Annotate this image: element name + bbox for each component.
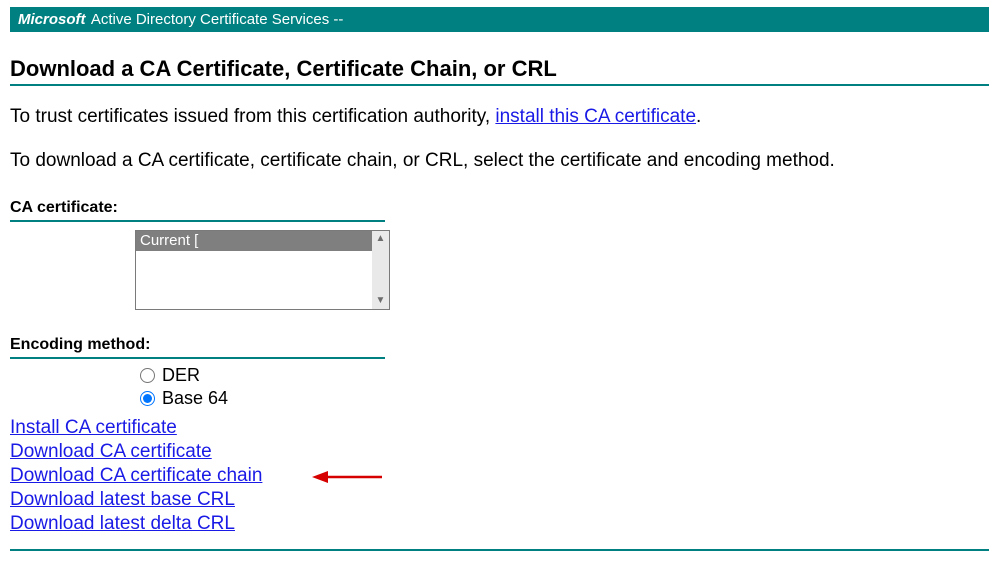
ca-certificate-listbox[interactable]: Current [ ] ▲ ▼ xyxy=(135,230,390,310)
ca-selected-left: Current [ xyxy=(140,231,198,251)
radio-der[interactable] xyxy=(140,368,155,383)
ca-selected-item[interactable]: Current [ ] xyxy=(136,231,389,251)
action-link-list: Install CA certificate Download CA certi… xyxy=(10,417,989,537)
download-ca-link[interactable]: Download CA certificate xyxy=(10,441,212,463)
install-ca-inline-link[interactable]: install this CA certificate xyxy=(495,106,696,127)
scroll-down-icon[interactable]: ▼ xyxy=(372,293,389,309)
trust-text-suffix: . xyxy=(696,106,701,127)
listbox-scrollbar[interactable]: ▲ ▼ xyxy=(372,231,389,309)
encoding-radio-group: DER Base 64 xyxy=(140,365,989,409)
ca-label-divider xyxy=(10,220,385,222)
trust-text-prefix: To trust certificates issued from this c… xyxy=(10,106,495,127)
radio-base64-label: Base 64 xyxy=(162,388,228,409)
scroll-up-icon[interactable]: ▲ xyxy=(372,231,389,247)
trust-instruction: To trust certificates issued from this c… xyxy=(10,104,989,130)
encoding-label-divider xyxy=(10,357,385,359)
download-base-crl-link[interactable]: Download latest base CRL xyxy=(10,489,235,511)
install-ca-link[interactable]: Install CA certificate xyxy=(10,417,177,439)
radio-der-label: DER xyxy=(162,365,200,386)
page-title: Download a CA Certificate, Certificate C… xyxy=(10,56,989,82)
ca-certificate-label: CA certificate: xyxy=(10,199,989,217)
service-text: Active Directory Certificate Services -- xyxy=(88,11,344,28)
encoding-option-der[interactable]: DER xyxy=(140,365,989,386)
encoding-option-base64[interactable]: Base 64 xyxy=(140,388,989,409)
download-ca-chain-link[interactable]: Download CA certificate chain xyxy=(10,465,262,487)
title-divider xyxy=(10,84,989,86)
encoding-method-label: Encoding method: xyxy=(10,336,989,354)
download-delta-crl-link[interactable]: Download latest delta CRL xyxy=(10,513,235,535)
header-bar: Microsoft Active Directory Certificate S… xyxy=(10,7,989,32)
annotation-arrow-icon xyxy=(312,469,382,485)
radio-base64[interactable] xyxy=(140,391,155,406)
bottom-divider xyxy=(10,549,989,551)
brand-text: Microsoft xyxy=(18,11,86,28)
download-instruction: To download a CA certificate, certificat… xyxy=(10,148,989,174)
